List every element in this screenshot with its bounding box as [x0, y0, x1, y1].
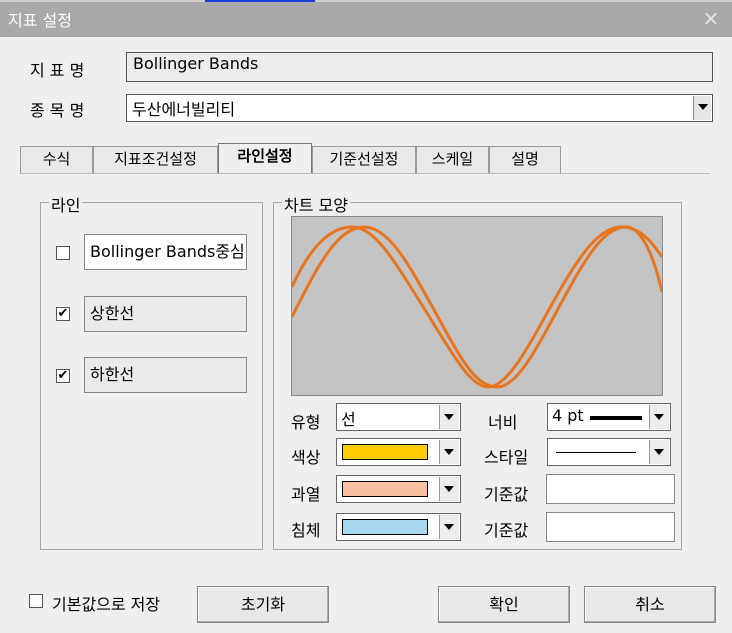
title-top-line: [0, 0, 732, 2]
width-label: 너비: [488, 413, 518, 432]
line-checkbox-middle[interactable]: [56, 246, 70, 260]
tab-baseline-settings[interactable]: 기준선설정: [312, 146, 416, 173]
color-swatch: [342, 444, 428, 460]
lines-group-title: 라인: [49, 192, 83, 216]
width-select[interactable]: 4 pt: [547, 403, 671, 431]
line-checkbox-lower[interactable]: ✔: [56, 369, 70, 383]
tab-line-settings[interactable]: 라인설정: [218, 143, 312, 174]
reset-button[interactable]: 초기화: [197, 586, 329, 623]
overheat-ref-label: 기준값: [484, 485, 529, 504]
line-name-lower[interactable]: 하한선: [84, 357, 247, 393]
slump-color-select[interactable]: [336, 513, 461, 541]
ok-button[interactable]: 확인: [438, 586, 570, 623]
slump-ref-input[interactable]: [546, 512, 675, 542]
line-checkbox-upper[interactable]: ✔: [56, 307, 70, 321]
cancel-button[interactable]: 취소: [584, 586, 716, 623]
chevron-down-icon[interactable]: [439, 477, 459, 501]
symbol-name-label: 종 목 명: [30, 101, 85, 120]
line-preview-svg: [292, 225, 662, 389]
style-select[interactable]: [547, 438, 671, 466]
tab-formula[interactable]: 수식: [20, 146, 93, 173]
chevron-down-icon[interactable]: [439, 405, 459, 429]
title-bar: 지표 설정 ×: [0, 0, 732, 37]
color-label: 색상: [291, 448, 321, 467]
chevron-down-icon[interactable]: [649, 440, 669, 464]
tab-description[interactable]: 설명: [489, 146, 561, 173]
close-icon[interactable]: ×: [700, 7, 722, 29]
chevron-down-icon[interactable]: [439, 515, 459, 539]
color-select[interactable]: [336, 438, 461, 466]
tab-panel-top-border: [20, 173, 710, 174]
symbol-select-value: 두산에너빌리티: [132, 100, 236, 119]
preview-wave-upper: [292, 225, 662, 389]
overheat-ref-input[interactable]: [546, 474, 675, 504]
style-sample-line: [556, 452, 636, 453]
width-select-value: 4 pt: [552, 406, 584, 425]
indicator-name-field: Bollinger Bands: [126, 52, 713, 82]
slump-color-swatch: [342, 519, 428, 535]
chevron-down-icon[interactable]: [649, 405, 669, 429]
type-select-value: 선: [341, 410, 356, 429]
type-label: 유형: [291, 413, 321, 432]
symbol-select[interactable]: 두산에너빌리티: [126, 94, 713, 122]
tab-scale[interactable]: 스케일: [416, 146, 489, 173]
line-name-upper[interactable]: 상한선: [84, 296, 247, 332]
chevron-down-icon[interactable]: [439, 440, 459, 464]
type-select[interactable]: 선: [336, 403, 461, 431]
style-label: 스타일: [484, 448, 529, 467]
chart-shape-group-title: 차트 모양: [282, 192, 350, 216]
save-default-label: 기본값으로 저장: [52, 595, 161, 614]
chevron-down-icon[interactable]: [693, 96, 711, 120]
save-default-checkbox[interactable]: [29, 594, 43, 608]
line-preview: [291, 216, 663, 396]
window-title: 지표 설정: [8, 11, 72, 30]
title-accent-line: [205, 0, 315, 2]
indicator-name-label: 지 표 명: [30, 61, 85, 80]
preview-wave-lower: [292, 225, 662, 389]
slump-ref-label: 기준값: [484, 521, 529, 540]
overheat-color-select[interactable]: [336, 475, 461, 503]
tab-indicator-condition[interactable]: 지표조건설정: [93, 146, 218, 173]
slump-label: 침체: [291, 521, 321, 540]
width-sample-line: [590, 416, 642, 420]
overheat-label: 과열: [291, 485, 321, 504]
line-name-middle[interactable]: Bollinger Bands중심: [84, 234, 247, 270]
overheat-color-swatch: [342, 481, 428, 497]
